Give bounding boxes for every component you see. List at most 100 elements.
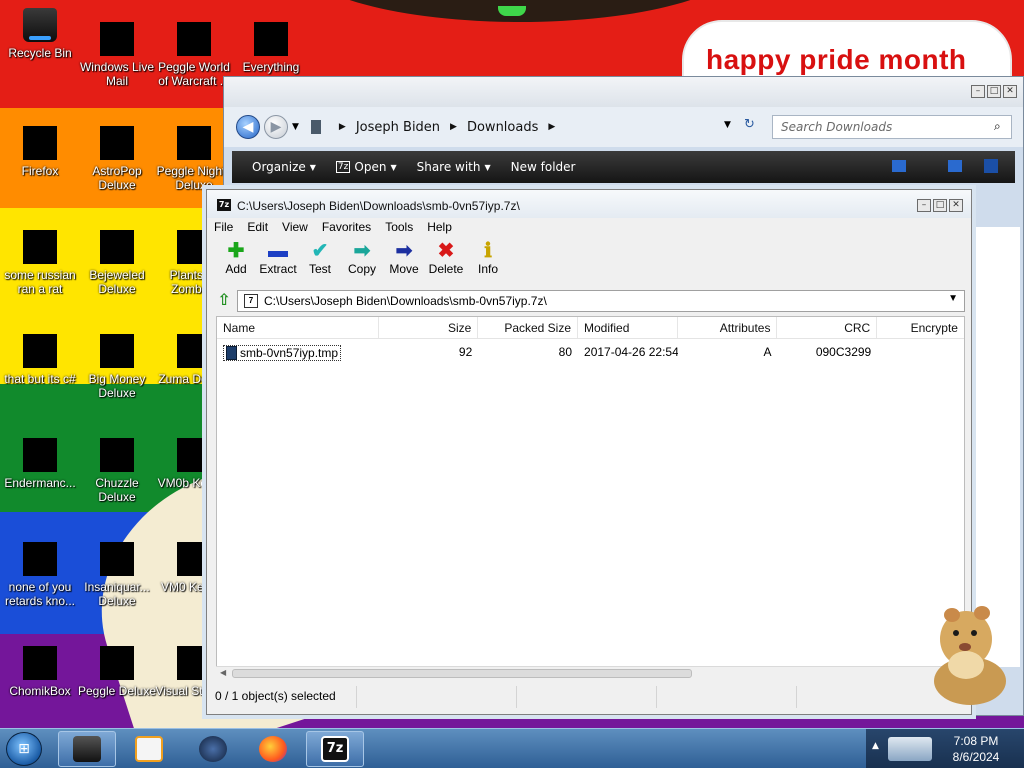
desktop-icon-insaniquarium[interactable]: Insaniquar... Deluxe <box>77 542 157 608</box>
organize-button[interactable]: Organize ▼ <box>252 160 316 174</box>
wallpaper-character-mouth <box>498 6 526 16</box>
7zip-icon: 7z <box>321 736 349 762</box>
clock[interactable]: 7:08 PM 8/6/2024 <box>936 733 1016 765</box>
menu-help[interactable]: Help <box>420 218 459 238</box>
minimize-button[interactable]: – <box>917 199 931 212</box>
menu-edit[interactable]: Edit <box>240 218 275 238</box>
desktop-icon-peggle-nights[interactable]: Peggle Nights Deluxe <box>154 126 234 192</box>
scrollbar-thumb[interactable] <box>232 669 692 678</box>
maximize-button[interactable]: □ <box>987 85 1001 98</box>
address-dropdown[interactable]: ▼ <box>724 120 731 130</box>
status-bar: 0 / 1 object(s) selected <box>207 686 971 708</box>
7zip-titlebar[interactable]: 7z C:\Users\Joseph Biden\Downloads\smb-0… <box>207 190 971 218</box>
menu-tools[interactable]: Tools <box>378 218 420 238</box>
menu-file[interactable]: File <box>207 218 240 238</box>
close-button[interactable]: ✕ <box>1003 85 1017 98</box>
extract-button[interactable]: ▬ Extract <box>257 240 299 284</box>
breadcrumb-joseph-biden[interactable]: Joseph Biden <box>356 120 440 135</box>
maximize-button[interactable]: □ <box>933 199 947 212</box>
explorer-titlebar[interactable] <box>224 77 1023 107</box>
desktop-icon-peggle-deluxe[interactable]: Peggle Deluxe <box>77 646 157 698</box>
horizontal-scrollbar[interactable]: ◀ ▶ <box>216 666 965 680</box>
cell-encrypted <box>877 341 964 363</box>
game-icon <box>100 542 134 576</box>
refresh-icon[interactable]: ↻ <box>744 117 755 132</box>
status-cell-4 <box>657 686 797 708</box>
copy-button[interactable]: ➡ Copy <box>341 240 383 284</box>
desktop-icon-that-but-its-csharp[interactable]: that but its c# <box>0 334 80 386</box>
taskbar-item-explorer[interactable] <box>58 731 116 767</box>
column-size[interactable]: Size <box>379 317 479 338</box>
desktop-icon-endermanc[interactable]: Endermanc... <box>0 438 80 490</box>
menubar: File Edit View Favorites Tools Help <box>207 218 971 238</box>
taskbar-item-firefox[interactable] <box>244 731 302 767</box>
desktop-icon-firefox[interactable]: Firefox <box>0 126 80 178</box>
explorer-file-area[interactable] <box>972 227 1020 667</box>
view-options-icon[interactable] <box>892 160 906 172</box>
cell-name: smb-0vn57iyp.tmp <box>217 341 379 363</box>
forward-button[interactable]: ▶ <box>264 115 288 139</box>
desktop-icon-label: Windows Live Mail <box>79 60 155 88</box>
delete-button[interactable]: ✖ Delete <box>425 240 467 284</box>
minimize-button[interactable]: – <box>971 85 985 98</box>
column-modified[interactable]: Modified <box>578 317 678 338</box>
desktop-icon-label: none of you retards kno... <box>4 580 76 608</box>
info-button[interactable]: ℹ Info <box>467 240 509 284</box>
taskbar-item-media-player[interactable] <box>120 731 178 767</box>
add-button[interactable]: ✚ Add <box>215 240 257 284</box>
media-player-icon <box>135 736 163 762</box>
chevron-down-icon[interactable]: ▼ <box>948 293 958 304</box>
desktop-icon-everything[interactable]: Everything <box>231 22 311 74</box>
taskbar-item-steam[interactable] <box>184 731 242 767</box>
close-button[interactable]: ✕ <box>949 199 963 212</box>
tray-app-icon[interactable] <box>888 737 932 761</box>
new-folder-button[interactable]: New folder <box>511 160 576 174</box>
desktop-icon-bejeweled[interactable]: Bejeweled Deluxe <box>77 230 157 296</box>
open-button[interactable]: 7z Open ▼ <box>335 160 397 174</box>
7zip-window[interactable]: 7z C:\Users\Joseph Biden\Downloads\smb-0… <box>206 189 972 715</box>
peggle-icon <box>100 646 134 680</box>
test-button[interactable]: ✔ Test <box>299 240 341 284</box>
column-attributes[interactable]: Attributes <box>678 317 778 338</box>
table-row[interactable]: smb-0vn57iyp.tmp 92 80 2017-04-26 22:54 … <box>217 341 964 363</box>
test-label: Test <box>308 262 331 276</box>
back-button[interactable]: ◀ <box>236 115 260 139</box>
search-input[interactable]: Search Downloads <box>772 115 1012 139</box>
desktop-icon-astropop[interactable]: AstroPop Deluxe <box>77 126 157 192</box>
breadcrumb-downloads[interactable]: Downloads <box>467 120 538 135</box>
copy-label: Copy <box>347 262 376 276</box>
desktop-icon-chomikbox[interactable]: ChomikBox <box>0 646 80 698</box>
help-icon[interactable] <box>984 159 998 173</box>
taskbar-item-7zip[interactable]: 7z <box>306 731 364 767</box>
desktop-icon-windows-live-mail[interactable]: Windows Live Mail <box>77 22 157 88</box>
recent-pages-dropdown[interactable]: ▼ <box>292 122 299 132</box>
desktop-icon-recycle-bin[interactable]: Recycle Bin <box>0 8 80 60</box>
column-name[interactable]: Name <box>217 317 379 338</box>
column-packed-size[interactable]: Packed Size <box>478 317 579 338</box>
archive-icon: 7 <box>244 294 258 308</box>
chomikbox-icon <box>23 646 57 680</box>
menu-view[interactable]: View <box>275 218 315 238</box>
preview-pane-icon[interactable] <box>948 160 962 172</box>
desktop-icon-chuzzle[interactable]: Chuzzle Deluxe <box>77 438 157 504</box>
start-button[interactable]: ⊞ <box>6 732 42 766</box>
file-list[interactable]: Name Size Packed Size Modified Attribute… <box>216 316 965 680</box>
menu-favorites[interactable]: Favorites <box>315 218 378 238</box>
desktop-icon-label: Chuzzle Deluxe <box>95 476 139 504</box>
desktop-icon-peggle-wow[interactable]: Peggle World of Warcraft ... <box>154 22 234 88</box>
7zip-small-icon: 7z <box>335 161 351 173</box>
column-encrypted[interactable]: Encrypte <box>877 317 964 338</box>
move-button[interactable]: ➡ Move <box>383 240 425 284</box>
scroll-left-icon[interactable]: ◀ <box>220 668 226 677</box>
file-name-focus[interactable]: smb-0vn57iyp.tmp <box>223 345 342 361</box>
move-arrow-icon: ➡ <box>395 240 413 262</box>
share-with-button[interactable]: Share with ▼ <box>417 160 491 174</box>
desktop-icon-label: AstroPop Deluxe <box>92 164 142 192</box>
show-hidden-icons[interactable]: ▲ <box>872 741 879 751</box>
column-crc[interactable]: CRC <box>777 317 878 338</box>
desktop-icon-some-russian[interactable]: some russian ran a rat <box>0 230 80 296</box>
up-folder-icon[interactable]: ⇧ <box>213 290 235 312</box>
desktop-icon-big-money[interactable]: Big Money Deluxe <box>77 334 157 400</box>
address-input[interactable]: 7 C:\Users\Joseph Biden\Downloads\smb-0v… <box>237 290 965 312</box>
desktop-icon-none-of-you[interactable]: none of you retards kno... <box>0 542 80 608</box>
